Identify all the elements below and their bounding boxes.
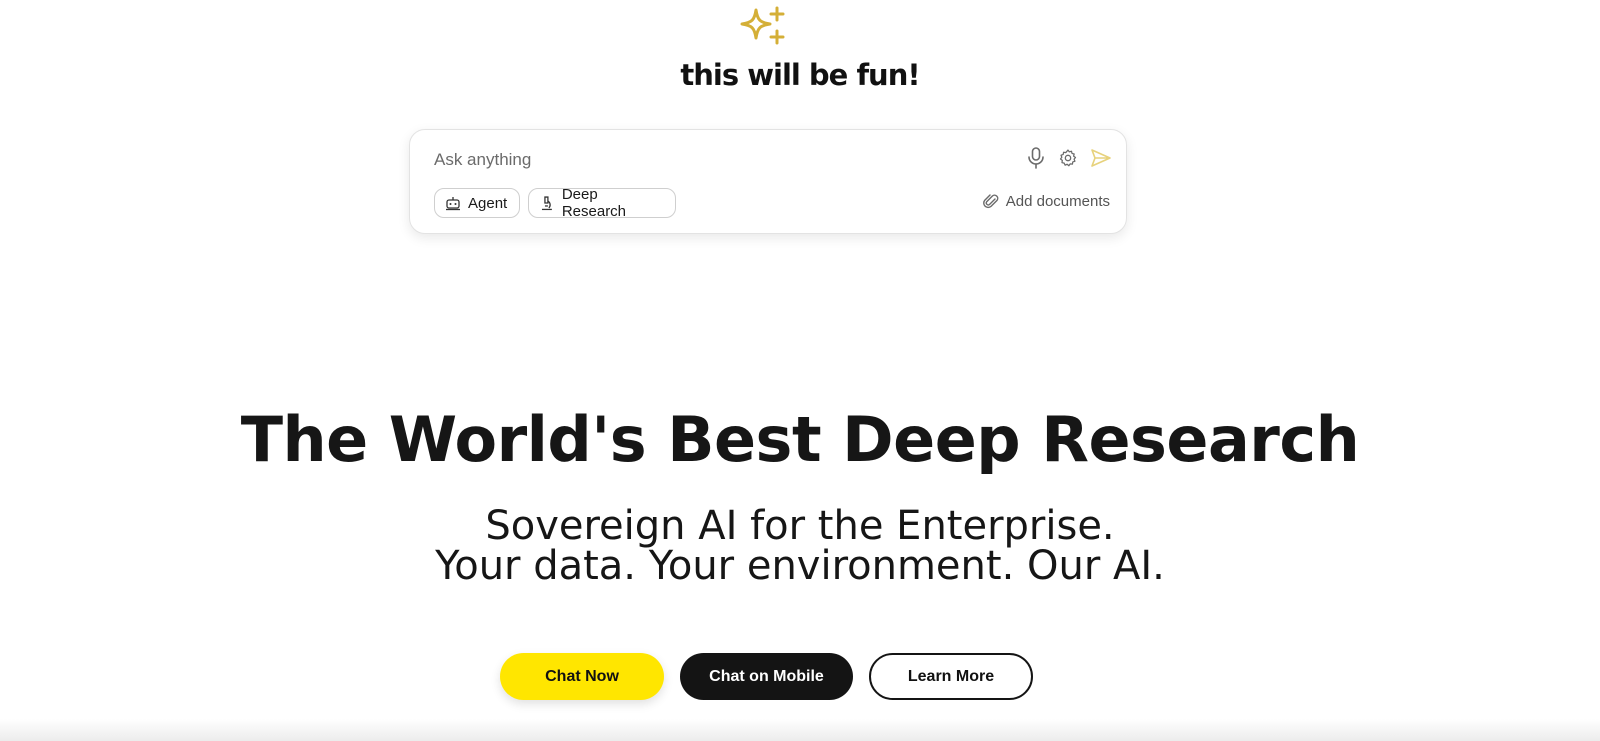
deep-research-chip-label: Deep Research (561, 186, 627, 220)
add-documents-label: Add documents (1005, 192, 1110, 210)
deep-research-chip[interactable]: Deep Research (528, 186, 676, 220)
hero-headline: The World's Best Deep Research (240, 403, 1360, 476)
add-documents-button[interactable]: Add documents (982, 192, 1110, 210)
sparkle-icon (740, 6, 785, 45)
robot-icon (446, 197, 460, 211)
microphone-button[interactable] (1024, 146, 1048, 170)
microphone-icon (1028, 147, 1044, 169)
bottom-fade (0, 719, 1600, 741)
send-icon (1091, 149, 1111, 167)
hero-subline-2: Your data. Your environment. Our AI. (435, 543, 1165, 589)
chat-now-button[interactable]: Chat Now (500, 653, 664, 700)
paperclip-icon (982, 194, 999, 209)
chat-input-box: Agent Deep Research Add documents (409, 129, 1127, 234)
send-button[interactable] (1089, 146, 1113, 170)
settings-button[interactable] (1056, 146, 1080, 170)
learn-more-button[interactable]: Learn More (869, 653, 1033, 700)
ask-input[interactable] (434, 146, 994, 174)
tagline: this will be fun! (680, 58, 920, 92)
gear-icon (1059, 149, 1077, 167)
agent-chip-label: Agent (468, 194, 508, 212)
landing-page: this will be fun! Ask anything Agent Dee… (0, 0, 1600, 741)
microscope-icon (541, 196, 552, 211)
chat-on-mobile-button[interactable]: Chat on Mobile (680, 653, 853, 700)
agent-chip[interactable]: Agent (434, 188, 520, 218)
